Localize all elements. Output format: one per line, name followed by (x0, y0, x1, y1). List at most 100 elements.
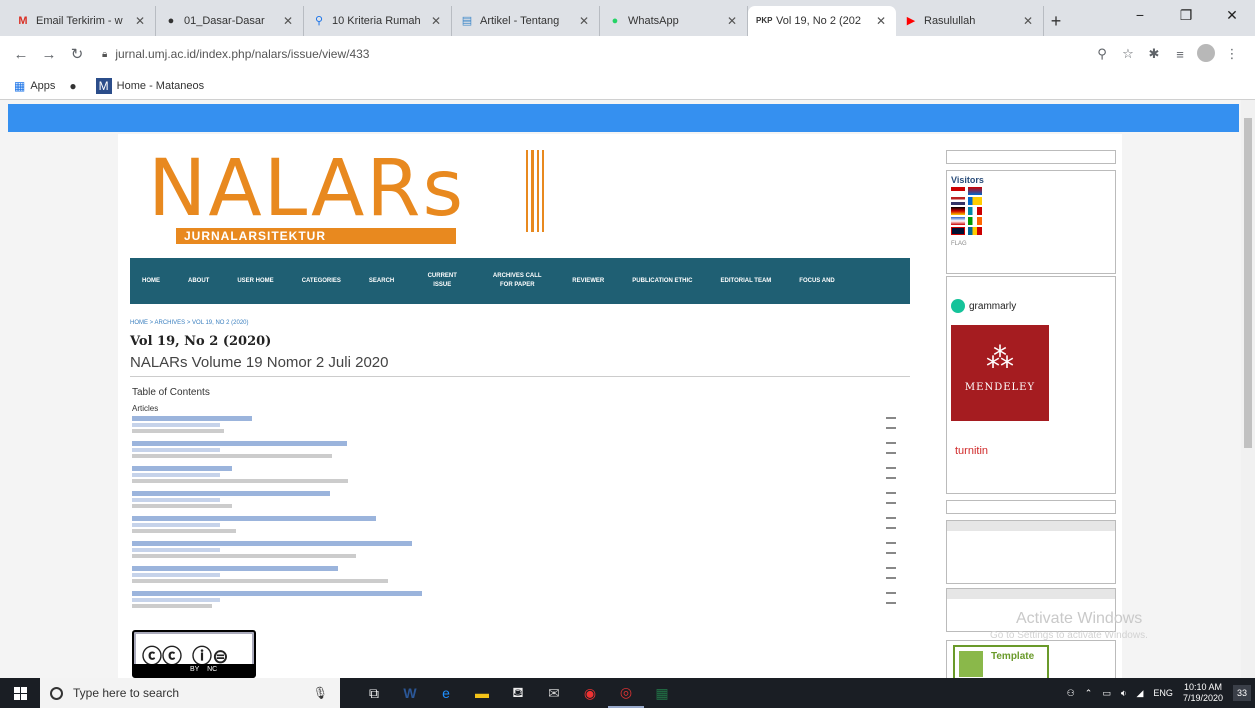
reload-icon[interactable]: ↻ (66, 45, 88, 63)
nav-reviewer[interactable]: REVIEWER (572, 277, 604, 286)
clock[interactable]: 10:10 AM 7/19/2020 (1183, 682, 1223, 704)
edge-icon[interactable]: e (428, 678, 464, 708)
reading-list-icon[interactable]: ≡ (1167, 47, 1193, 62)
pdf-icon[interactable] (886, 592, 896, 604)
close-icon[interactable]: ✕ (874, 14, 888, 28)
scrollbar-thumb[interactable] (1244, 118, 1252, 448)
language-indicator[interactable]: ENG (1153, 688, 1173, 698)
menu-icon[interactable]: ⋮ (1219, 46, 1245, 62)
nav-user-home[interactable]: USER HOME (237, 277, 273, 286)
nav-home[interactable]: HOME (142, 277, 160, 286)
turnitin-link[interactable]: turnitin (955, 445, 988, 457)
close-icon[interactable]: ✕ (1021, 14, 1035, 28)
bookmark-mataneos[interactable]: M Home - Mataneos (95, 77, 204, 94)
article-link[interactable] (132, 591, 422, 596)
back-icon[interactable]: ← (10, 46, 32, 63)
close-icon[interactable]: ✕ (577, 14, 591, 28)
tab-vol19[interactable]: PKP Vol 19, No 2 (202 ✕ (748, 6, 896, 36)
doi-link[interactable] (132, 448, 220, 452)
tab-email[interactable]: M Email Terkirim - w ✕ (8, 6, 156, 36)
nav-publication-ethic[interactable]: PUBLICATION ETHIC (632, 277, 692, 286)
pdf-icon[interactable] (886, 492, 896, 504)
extensions-icon[interactable]: ✱ (1141, 46, 1167, 62)
network-icon[interactable]: ▭ (1102, 688, 1111, 699)
article-link[interactable] (132, 466, 232, 471)
logo-bars (526, 150, 544, 232)
pdf-icon[interactable] (886, 467, 896, 479)
excel-icon[interactable]: ▦ (644, 678, 680, 708)
article-link[interactable] (132, 441, 347, 446)
new-tab-button[interactable]: + (1044, 6, 1068, 36)
tab-kriteria[interactable]: ⚲ 10 Kriteria Rumah ✕ (304, 6, 452, 36)
doi-link[interactable] (132, 548, 220, 552)
article-link[interactable] (132, 416, 252, 421)
close-window-icon[interactable]: ✕ (1209, 0, 1255, 30)
file-explorer-icon[interactable]: ▬ (464, 678, 500, 708)
tab-rasulullah[interactable]: ▶ Rasulullah ✕ (896, 6, 1044, 36)
nav-about[interactable]: ABOUT (188, 277, 209, 286)
tab-whatsapp[interactable]: ● WhatsApp ✕ (600, 6, 748, 36)
signal-icon[interactable]: ◢ (1137, 688, 1144, 699)
forward-icon[interactable]: → (38, 46, 60, 63)
breadcrumb[interactable]: HOME > ARCHIVES > VOL 19, NO 2 (2020) (130, 320, 249, 326)
mendeley-banner[interactable]: ⁂ MENDELEY (951, 325, 1049, 421)
tab-dasar[interactable]: ● 01_Dasar-Dasar ✕ (156, 6, 304, 36)
close-icon[interactable]: ✕ (133, 14, 147, 28)
microphone-icon[interactable]: 🎙︎ (313, 686, 328, 700)
pdf-icon[interactable] (886, 442, 896, 454)
close-icon[interactable]: ✕ (281, 14, 295, 28)
start-button[interactable] (0, 678, 40, 708)
page-scrollbar[interactable] (1241, 100, 1255, 678)
creative-commons-badge[interactable]: ⓒⓒ ⓘ⊜ BY NC (132, 630, 256, 678)
word-icon[interactable]: W (392, 678, 428, 708)
app-red-icon[interactable]: ◉ (572, 678, 608, 708)
nav-search[interactable]: SEARCH (369, 277, 394, 286)
store-icon[interactable]: ⛾ (500, 678, 536, 708)
close-icon[interactable]: ✕ (725, 14, 739, 28)
doi-link[interactable] (132, 523, 220, 527)
taskbar-search[interactable]: Type here to search 🎙︎ (40, 678, 340, 708)
pdf-icon[interactable] (886, 417, 896, 429)
maximize-icon[interactable]: ❐ (1163, 0, 1209, 30)
tray-chevron-icon[interactable]: ⌃ (1085, 688, 1093, 699)
close-icon[interactable]: ✕ (429, 14, 443, 28)
doi-link[interactable] (132, 473, 220, 477)
volume-icon[interactable]: 🔉︎ (1121, 688, 1127, 699)
doi-link[interactable] (132, 598, 220, 602)
doi-link[interactable] (132, 573, 220, 577)
address-bar[interactable]: 🔒︎ jurnal.umj.ac.id/index.php/nalars/iss… (94, 41, 1089, 67)
bookmark-github[interactable]: ● (69, 79, 81, 93)
sidebar-search2-input[interactable] (946, 500, 1116, 514)
pdf-icon[interactable] (886, 542, 896, 554)
nav-editorial-team[interactable]: EDITORIAL TEAM (721, 277, 772, 286)
task-view-icon[interactable]: ⧉ (356, 678, 392, 708)
flag-counter-label[interactable]: FLAG (951, 241, 1111, 247)
pdf-icon[interactable] (886, 517, 896, 529)
doi-link[interactable] (132, 423, 220, 427)
grammarly-link[interactable]: grammarly (951, 299, 1111, 313)
article-link[interactable] (132, 491, 330, 496)
notification-center-icon[interactable]: 33 (1232, 685, 1251, 701)
star-icon[interactable]: ☆ (1115, 46, 1141, 62)
article-link[interactable] (132, 541, 412, 546)
profile-avatar[interactable] (1193, 43, 1219, 65)
article-link[interactable] (132, 516, 376, 521)
minimize-icon[interactable]: − (1117, 0, 1163, 30)
sidebar-search-input[interactable] (946, 150, 1116, 164)
mail-icon[interactable]: ✉ (536, 678, 572, 708)
nav-current-issue[interactable]: CURRENT ISSUE (422, 272, 462, 290)
doi-link[interactable] (132, 498, 220, 502)
m-logo-icon: M (95, 77, 112, 94)
zoom-icon[interactable]: ⚲ (1089, 46, 1115, 62)
nav-archives[interactable]: ARCHIVES CALL FOR PAPER (490, 272, 544, 290)
template-link[interactable]: Template (953, 645, 1049, 678)
nav-categories[interactable]: CATEGORIES (302, 277, 341, 286)
pdf-icon[interactable] (886, 567, 896, 579)
chrome-icon[interactable]: ◎ (608, 678, 644, 708)
article-link[interactable] (132, 566, 338, 571)
bookmark-apps[interactable]: ▦ Apps (14, 79, 55, 93)
nav-focus[interactable]: FOCUS AND (799, 277, 834, 286)
nalars-logo[interactable]: NALARs JURNALARSITEKTUR (148, 144, 498, 258)
people-icon[interactable]: ⚇ (1067, 688, 1075, 699)
tab-artikel[interactable]: ▤ Artikel - Tentang ✕ (452, 6, 600, 36)
